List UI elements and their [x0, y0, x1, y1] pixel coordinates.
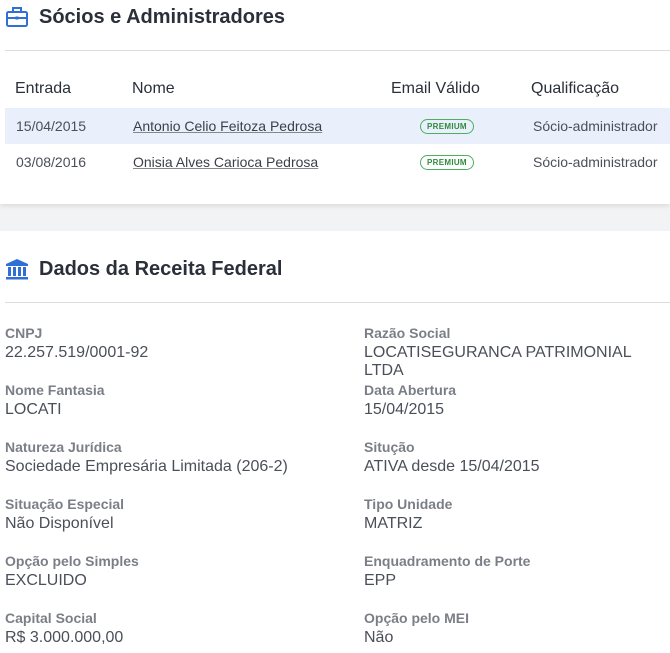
field-value-opcao-mei: Não: [364, 629, 394, 646]
table-row: 03/08/2016 Onisia Alves Carioca Pedrosa …: [5, 144, 670, 180]
divider: [5, 302, 670, 303]
field-label-tipo-unidade: Tipo Unidade: [364, 496, 453, 512]
field-value-situacao-especial: Não Disponível: [5, 515, 114, 532]
table-row: 15/04/2015 Antonio Celio Feitoza Pedrosa…: [5, 108, 670, 144]
field-value-situacao: ATIVA desde 15/04/2015: [364, 458, 540, 475]
col-header-nome: Nome: [132, 80, 175, 97]
receita-card: Dados da Receita Federal CNPJ 22.257.519…: [0, 231, 670, 653]
col-header-qualificacao: Qualificação: [531, 80, 620, 97]
field-value-natureza-juridica: Sociedade Empresária Limitada (206-2): [5, 458, 288, 475]
socios-title: Sócios e Administradores: [39, 5, 285, 28]
field-label-natureza-juridica: Natureza Jurídica: [5, 439, 122, 455]
socio-name-link[interactable]: Onisia Alves Carioca Pedrosa: [133, 144, 318, 180]
receita-title: Dados da Receita Federal: [39, 257, 283, 280]
bank-icon: [5, 257, 29, 281]
briefcase-icon: [5, 5, 29, 29]
field-label-capital-social: Capital Social: [5, 610, 97, 626]
premium-badge[interactable]: PREMIUM: [420, 119, 474, 134]
field-label-razao-social: Razão Social: [364, 325, 451, 341]
field-value-nome-fantasia: LOCATI: [5, 401, 62, 418]
field-label-nome-fantasia: Nome Fantasia: [5, 382, 105, 398]
field-value-data-abertura: 15/04/2015: [364, 401, 445, 418]
field-value-tipo-unidade: MATRIZ: [364, 515, 423, 532]
entrada-cell: 15/04/2015: [16, 118, 87, 134]
receita-header: Dados da Receita Federal: [5, 257, 282, 281]
qualificacao-cell: Sócio-administrador: [533, 154, 658, 170]
socio-name-link[interactable]: Antonio Celio Feitoza Pedrosa: [133, 108, 322, 144]
field-label-cnpj: CNPJ: [5, 325, 43, 341]
entrada-cell: 03/08/2016: [16, 154, 87, 170]
field-value-opcao-simples: EXCLUIDO: [5, 572, 87, 589]
qualificacao-cell: Sócio-administrador: [533, 118, 658, 134]
field-label-opcao-simples: Opção pelo Simples: [5, 553, 139, 569]
field-value-cnpj: 22.257.519/0001-92: [5, 344, 149, 361]
field-label-enquadramento-porte: Enquadramento de Porte: [364, 553, 531, 569]
socios-header: Sócios e Administradores: [5, 5, 285, 29]
field-value-capital-social: R$ 3.000.000,00: [5, 629, 124, 646]
premium-badge[interactable]: PREMIUM: [420, 155, 474, 170]
field-value-razao-social: LOCATISEGURANCA PATRIMONIAL LTDA: [364, 344, 632, 379]
field-label-situacao: Situção: [364, 439, 415, 455]
field-label-data-abertura: Data Abertura: [364, 382, 457, 398]
field-label-situacao-especial: Situação Especial: [5, 496, 125, 512]
socios-card: Sócios e Administradores Entrada Nome Em…: [0, 0, 670, 204]
field-label-opcao-mei: Opção pelo MEI: [364, 610, 470, 626]
col-header-email: Email Válido: [391, 80, 480, 97]
divider: [5, 50, 670, 51]
field-value-enquadramento-porte: EPP: [364, 572, 397, 589]
col-header-entrada: Entrada: [15, 80, 72, 97]
